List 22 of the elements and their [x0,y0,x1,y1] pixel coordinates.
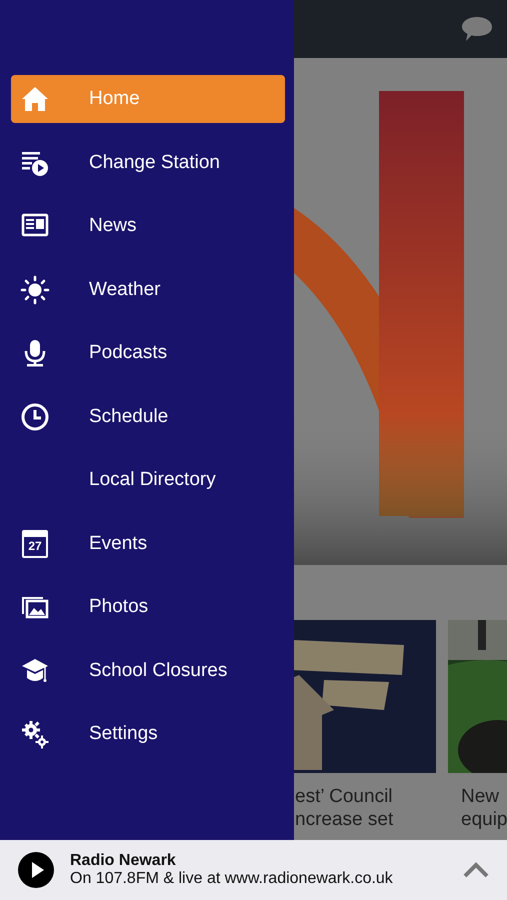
sun-icon [20,274,50,304]
menu-item[interactable]: News [11,202,285,250]
menu-item[interactable]: Podcasts [11,329,285,377]
menu-item[interactable]: Schedule [11,392,285,440]
menu-item[interactable]: Local Directory [11,456,285,504]
news-headline[interactable]: est’ Council ncrease set [294,785,436,831]
menu-item[interactable]: Weather [11,266,285,314]
play-button[interactable] [18,852,54,888]
chevron-up-icon[interactable] [463,862,489,878]
news-headline[interactable]: New equip [448,785,507,831]
menu-item[interactable]: Photos [11,583,285,631]
chat-icon[interactable] [461,15,493,43]
menu-item[interactable]: 27 Events [11,520,285,568]
station-tagline: On 107.8FM & live at www.radionewark.co.uk [70,870,394,888]
menu-item[interactable]: Change Station [11,138,285,186]
menu-item[interactable]: School Closures [11,646,285,694]
gears-icon [20,719,50,749]
calendar-icon: 27 [22,530,48,558]
home-icon [20,84,50,114]
clock-icon [20,402,50,432]
menu-item[interactable]: Settings [11,710,285,758]
station-name: Radio Newark [70,852,177,870]
